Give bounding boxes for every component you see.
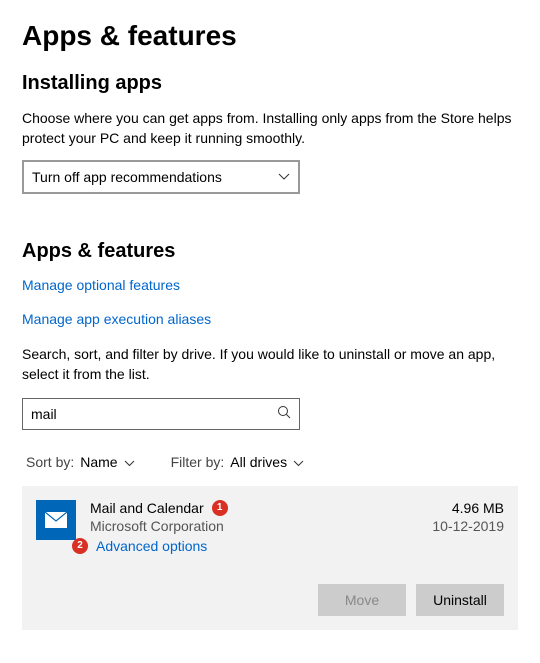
annotation-badge-2: 2 — [72, 538, 88, 554]
app-name: Mail and Calendar — [90, 500, 204, 516]
annotation-badge-1: 1 — [212, 500, 228, 516]
search-input[interactable] — [31, 406, 277, 422]
app-list-item[interactable]: Mail and Calendar 1 Microsoft Corporatio… — [22, 486, 518, 630]
app-meta: 4.96 MB 10-12-2019 — [432, 500, 504, 534]
manage-optional-features-link[interactable]: Manage optional features — [22, 277, 180, 293]
chevron-down-icon — [293, 454, 304, 470]
chevron-down-icon — [124, 454, 135, 470]
page-title: Apps & features — [22, 20, 518, 52]
app-source-dropdown[interactable]: Turn off app recommendations — [22, 160, 300, 194]
sort-label: Sort by: — [26, 454, 74, 470]
advanced-options-link[interactable]: Advanced options — [96, 538, 207, 554]
apps-features-description: Search, sort, and filter by drive. If yo… — [22, 345, 518, 384]
sort-by-control[interactable]: Sort by: Name — [26, 454, 135, 470]
apps-features-heading: Apps & features — [22, 240, 518, 263]
dropdown-value: Turn off app recommendations — [32, 169, 222, 185]
mail-app-icon — [36, 500, 76, 540]
filter-value: All drives — [230, 454, 287, 470]
app-size: 4.96 MB — [432, 500, 504, 516]
manage-execution-aliases-link[interactable]: Manage app execution aliases — [22, 311, 211, 327]
app-publisher: Microsoft Corporation — [90, 518, 418, 534]
search-icon — [277, 405, 291, 424]
chevron-down-icon — [278, 173, 290, 181]
filter-label: Filter by: — [171, 454, 225, 470]
search-box[interactable] — [22, 398, 300, 430]
uninstall-button[interactable]: Uninstall — [416, 584, 504, 616]
installing-description: Choose where you can get apps from. Inst… — [22, 109, 518, 148]
app-date: 10-12-2019 — [432, 518, 504, 534]
installing-apps-heading: Installing apps — [22, 72, 518, 95]
filter-by-control[interactable]: Filter by: All drives — [171, 454, 304, 470]
sort-value: Name — [80, 454, 117, 470]
move-button: Move — [318, 584, 406, 616]
